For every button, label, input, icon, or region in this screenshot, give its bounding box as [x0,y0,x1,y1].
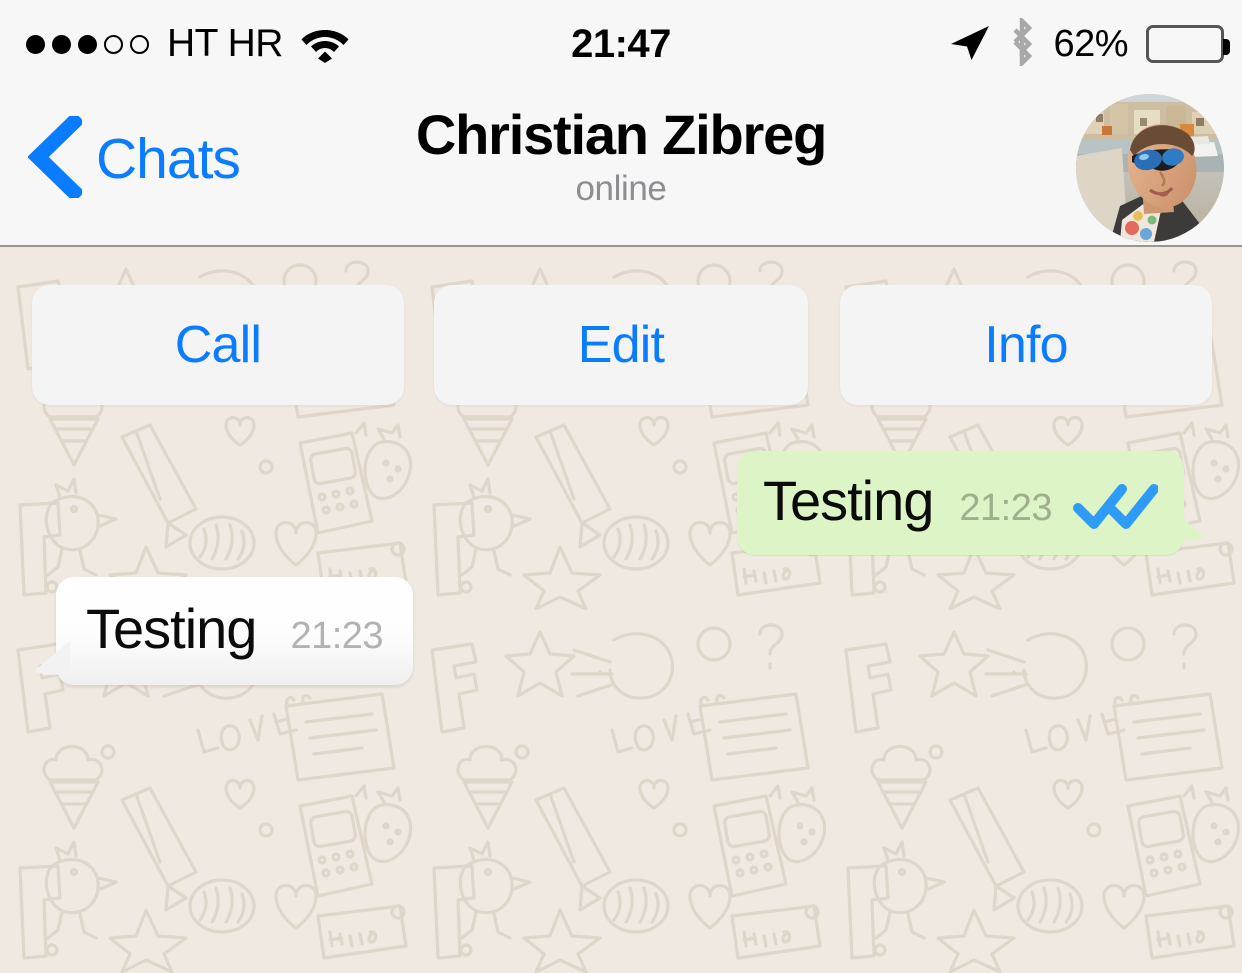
battery-percentage-label: 62% [1053,22,1128,65]
chevron-left-icon [27,111,85,203]
message-text: Testing [86,597,257,660]
contact-avatar-photo [1076,94,1224,242]
battery-icon [1146,25,1230,63]
bubble-tail-left [28,637,70,683]
contact-header[interactable]: Christian Zibreg online [301,103,941,208]
whatsapp-chat-screen: HT HR 21:47 62% Chats Christian Zibreg o… [0,0,1242,973]
edit-button[interactable]: Edit [434,285,808,405]
contact-presence-status: online [575,168,667,208]
chat-message-area[interactable]: Call Edit Info Testing 21:23 Testing 21:… [0,247,1242,973]
back-button-label: Chats [96,127,241,191]
message-bubble-outgoing[interactable]: Testing 21:23 [736,451,1204,555]
location-arrow-icon [947,22,991,67]
bluetooth-icon [1007,15,1037,71]
bubble-tail-right [1170,507,1210,549]
navigation-bar: Chats Christian Zibreg online [0,88,1242,247]
call-button[interactable]: Call [32,285,404,405]
call-button-label: Call [174,316,262,374]
info-button-label: Info [984,316,1068,374]
message-bubble-incoming[interactable]: Testing 21:23 [34,577,414,685]
quick-actions-row: Call Edit Info [0,285,1242,405]
back-to-chats-button[interactable]: Chats [27,111,241,203]
message-timestamp: 21:23 [959,487,1052,529]
edit-button-label: Edit [577,316,665,374]
ios-status-bar: HT HR 21:47 62% [0,0,1242,88]
status-bar-right-group: 62% [947,0,1230,88]
contact-name-title: Christian Zibreg [415,103,827,166]
double-check-icon [1072,481,1158,529]
info-button[interactable]: Info [840,285,1212,405]
message-timestamp: 21:23 [290,615,384,657]
message-text: Testing [762,469,934,532]
contact-avatar[interactable] [1076,94,1224,242]
